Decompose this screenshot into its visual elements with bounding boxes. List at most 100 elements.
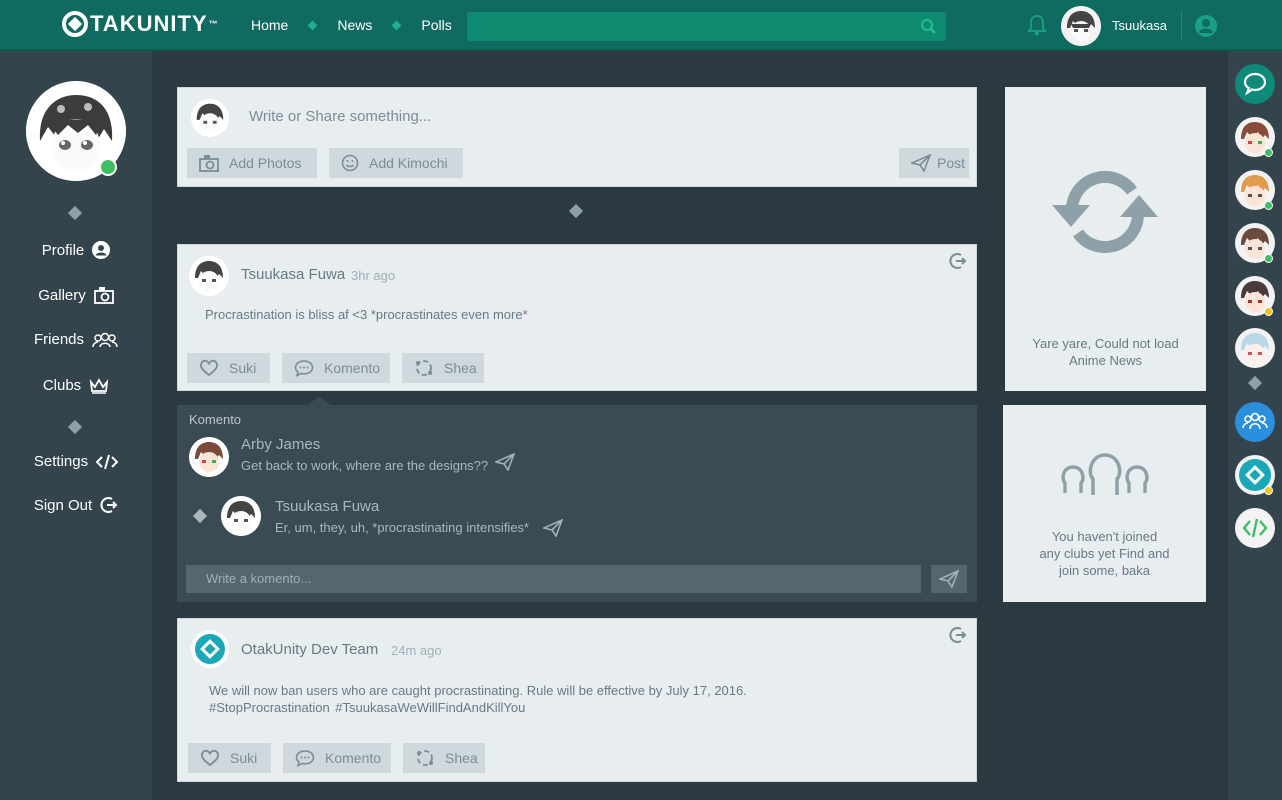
chat-bubble-icon bbox=[1243, 72, 1267, 96]
share-out-icon[interactable] bbox=[949, 626, 967, 644]
reply-diamond bbox=[192, 508, 208, 524]
search-input[interactable] bbox=[467, 12, 946, 41]
logo-o-icon bbox=[62, 11, 88, 37]
comment-input[interactable]: Write a komento... bbox=[186, 565, 921, 593]
post-author-name[interactable]: OtakUnity Dev Team bbox=[241, 641, 378, 658]
share-cycle-icon bbox=[416, 360, 432, 376]
comment-icon bbox=[294, 360, 314, 377]
nav-polls[interactable]: Polls bbox=[421, 17, 451, 33]
away-status-dot bbox=[1264, 486, 1273, 495]
smiley-icon bbox=[341, 154, 359, 172]
camera-icon bbox=[93, 287, 114, 304]
komento-label: Komento bbox=[324, 360, 381, 376]
comment-icon bbox=[295, 750, 315, 767]
bell-icon[interactable] bbox=[1027, 14, 1047, 36]
comment-send-button[interactable] bbox=[931, 565, 967, 593]
anime-avatar-icon bbox=[1061, 6, 1101, 46]
news-error-line2: Anime News bbox=[1069, 353, 1142, 368]
logo-tm: ™ bbox=[208, 19, 219, 29]
nav-home[interactable]: Home bbox=[251, 17, 288, 33]
chat-bubble-button[interactable] bbox=[1235, 64, 1275, 104]
comment-author[interactable]: Tsuukasa Fuwa bbox=[275, 498, 379, 515]
app-logo[interactable]: TAKUNITY ™ bbox=[62, 11, 219, 37]
post-timestamp: 3hr ago bbox=[351, 268, 396, 283]
dev-shortcut-button[interactable] bbox=[1235, 508, 1275, 548]
header-username[interactable]: Tsuukasa bbox=[1112, 18, 1167, 33]
clubs-widget: You haven't joined any clubs yet Find an… bbox=[1003, 405, 1206, 602]
sidebar-item-friends[interactable]: Friends bbox=[0, 331, 152, 348]
away-status-dot bbox=[1264, 307, 1273, 316]
composer-input[interactable]: Write or Share something... bbox=[249, 108, 431, 125]
shea-button[interactable]: Shea bbox=[402, 353, 484, 383]
group-icon bbox=[1061, 453, 1149, 495]
shea-label: Shea bbox=[445, 750, 478, 766]
paper-plane-icon bbox=[911, 154, 931, 172]
comment-avatar[interactable] bbox=[221, 496, 261, 536]
post-body: We will now ban users who are caught pro… bbox=[209, 683, 747, 698]
online-status-dot bbox=[99, 158, 117, 176]
nav-separator bbox=[307, 20, 318, 30]
post-author-name[interactable]: Tsuukasa Fuwa bbox=[241, 266, 345, 283]
post-author-avatar[interactable] bbox=[191, 630, 229, 668]
otakunity-logo-icon bbox=[191, 630, 229, 668]
share-out-icon[interactable] bbox=[949, 252, 967, 270]
nav-news[interactable]: News bbox=[337, 17, 372, 33]
komento-button[interactable]: Komento bbox=[283, 743, 391, 773]
add-photos-button[interactable]: Add Photos bbox=[187, 148, 317, 178]
paper-plane-icon[interactable] bbox=[543, 519, 563, 537]
share-cycle-icon bbox=[417, 750, 433, 766]
account-icon[interactable] bbox=[1195, 15, 1217, 37]
add-kimochi-label: Add Kimochi bbox=[369, 155, 448, 171]
paper-plane-icon[interactable] bbox=[495, 453, 515, 471]
sign-out-icon bbox=[100, 497, 118, 513]
composer-avatar bbox=[191, 99, 229, 137]
refresh-icon[interactable] bbox=[1050, 169, 1160, 255]
clubs-shortcut-button[interactable] bbox=[1235, 402, 1275, 442]
friend-avatar[interactable] bbox=[1235, 328, 1275, 368]
online-status-dot bbox=[1264, 201, 1273, 210]
shea-label: Shea bbox=[444, 360, 477, 376]
comment-author[interactable]: Arby James bbox=[241, 436, 320, 453]
user-circle-icon bbox=[92, 241, 111, 259]
post-composer: Write or Share something... Add Photos A… bbox=[177, 87, 977, 187]
suki-label: Suki bbox=[229, 360, 257, 376]
suki-button[interactable]: Suki bbox=[188, 743, 271, 773]
group-icon bbox=[92, 332, 118, 347]
post-button[interactable]: Post bbox=[899, 148, 969, 178]
divider-diamond bbox=[67, 205, 83, 221]
code-icon bbox=[96, 454, 119, 469]
anime-avatar-icon bbox=[191, 99, 229, 137]
nav-separator bbox=[391, 20, 402, 30]
anime-avatar-icon bbox=[189, 437, 229, 477]
main-nav: Home News Polls bbox=[251, 17, 452, 33]
comments-title: Komento bbox=[189, 412, 242, 427]
divider-diamond bbox=[67, 419, 83, 435]
sidebar-item-label: Clubs bbox=[42, 377, 82, 394]
post-hashtags[interactable]: #StopProcrastination #TsuukasaWeWillFind… bbox=[209, 699, 525, 716]
suki-label: Suki bbox=[230, 750, 258, 766]
sidebar-item-settings[interactable]: Settings bbox=[0, 453, 152, 470]
sidebar-item-label: Profile bbox=[41, 241, 85, 259]
add-photos-label: Add Photos bbox=[229, 155, 302, 171]
add-kimochi-button[interactable]: Add Kimochi bbox=[329, 148, 463, 178]
sidebar-item-profile[interactable]: Profile bbox=[0, 241, 152, 259]
header-avatar[interactable] bbox=[1061, 6, 1101, 46]
anime-avatar-icon bbox=[189, 256, 229, 296]
komento-button[interactable]: Komento bbox=[282, 353, 390, 383]
clubs-empty-line1: You haven't joined bbox=[1051, 529, 1158, 544]
sidebar-item-gallery[interactable]: Gallery bbox=[0, 286, 152, 304]
shea-button[interactable]: Shea bbox=[403, 743, 485, 773]
clubs-empty-line3[interactable]: join some, baka bbox=[1003, 562, 1206, 579]
anime-avatar-icon bbox=[1241, 333, 1269, 364]
komento-label: Komento bbox=[325, 750, 382, 766]
sidebar-item-signout[interactable]: Sign Out bbox=[0, 496, 152, 514]
header-divider bbox=[1181, 10, 1182, 40]
search-icon[interactable] bbox=[920, 18, 936, 34]
left-sidebar: Profile Gallery Friends Clubs Settings S… bbox=[0, 51, 152, 800]
group-icon bbox=[1242, 412, 1268, 430]
post-author-avatar[interactable] bbox=[189, 256, 229, 296]
comment-avatar[interactable] bbox=[189, 437, 229, 477]
clubs-empty-line2: any clubs yet Find and bbox=[1039, 546, 1170, 561]
suki-button[interactable]: Suki bbox=[187, 353, 270, 383]
sidebar-item-clubs[interactable]: Clubs bbox=[0, 377, 152, 394]
